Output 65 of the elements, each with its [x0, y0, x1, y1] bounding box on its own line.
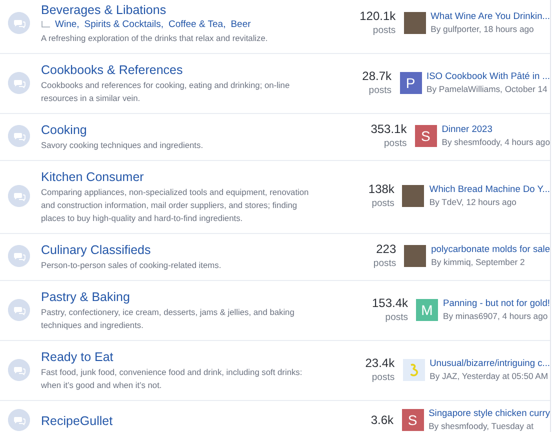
count-label: posts [373, 257, 396, 270]
count-label: posts [372, 370, 395, 384]
latest-thread-link[interactable]: Panning - but not for gold! [443, 296, 550, 310]
chat-bubbles-icon [8, 245, 30, 267]
latest-thread-link[interactable]: Singapore style chicken curry [428, 407, 550, 420]
forum-title[interactable]: Culinary Classifieds [41, 242, 151, 258]
count-label: posts [385, 310, 408, 324]
subforum-link[interactable]: Wine, [55, 18, 80, 31]
chat-bubbles-icon [8, 72, 30, 94]
latest-thread-link[interactable]: Unusual/bizarre/intriguing c... [430, 356, 550, 370]
chat-bubbles-icon [8, 358, 30, 380]
count-label: posts [368, 84, 392, 96]
forum-description: Person-to-person sales of cooking-related items. [41, 259, 222, 272]
latest-thread-link[interactable]: Dinner 2023 [442, 123, 550, 136]
forum-description: Savory cooking techniques and ingredients. [41, 139, 204, 152]
forum-title[interactable]: RecipeGullet [41, 413, 113, 429]
forum-title[interactable]: Pastry & Baking [41, 289, 130, 305]
chat-bubbles-icon [8, 12, 30, 34]
chat-bubbles-icon [8, 185, 30, 207]
latest-post-byline: By kimmiq, September 2 [431, 256, 526, 269]
count-label: posts [372, 24, 396, 36]
post-count: 223 [376, 242, 396, 257]
forum-title[interactable]: Beverages & Libations [41, 2, 166, 18]
latest-post-byline: By shesmfoody, 4 hours ago [442, 136, 550, 149]
post-count: 353.1k [370, 122, 407, 137]
forum-title[interactable]: Ready to Eat [41, 349, 114, 365]
post-count: 3.6k [370, 412, 394, 428]
post-count: 138k [368, 182, 394, 197]
forum-description: Fast food, junk food, convenience food and drink, including soft drinks: when it’s good and when it’s not. [41, 366, 304, 392]
subforum-branch-icon [41, 21, 50, 28]
latest-post-byline: By JAZ, Yesterday at 05:50 AM [430, 370, 550, 382]
count-label: posts [372, 197, 394, 210]
forum-description: A refreshing exploration of the drinks that relax and revitalize. [41, 32, 269, 45]
latest-post-byline: By gulfporter, 18 hours ago [430, 22, 535, 36]
latest-post-byline: By minas6907, 4 hours ago [443, 310, 549, 322]
latest-post-byline: By PamelaWilliams, October 14 [426, 82, 548, 96]
photo-placeholder[interactable] [404, 245, 426, 267]
photo-placeholder[interactable] [404, 12, 426, 34]
latest-post-byline: By shesmfoody, Tuesday at [428, 420, 534, 432]
latest-thread-link[interactable]: ISO Cookbook With Pâté in ... [426, 70, 550, 82]
chat-bubbles-icon [8, 125, 30, 147]
post-count: 28.7k [362, 68, 392, 84]
chat-bubbles-icon [8, 409, 30, 431]
forum-description: Cookbooks and references for cooking, eating and drinking; on-line resources in a similar vein. [41, 79, 291, 105]
forum-title[interactable]: Cookbooks & References [41, 62, 183, 78]
post-count: 120.1k [360, 8, 396, 24]
post-count: 153.4k [372, 296, 408, 310]
forum-title[interactable]: Kitchen Consumer [41, 169, 144, 185]
latest-thread-link[interactable]: What Wine Are You Drinkin... [430, 10, 550, 22]
post-count: 23.4k [365, 356, 395, 370]
count-label: posts [384, 137, 407, 150]
forum-description: Pastry, confectionery, ice cream, desserts, jams & jellies, and baking techniques and ingredients. [41, 306, 296, 332]
latest-thread-link[interactable]: polycarbonate molds for sale [431, 243, 550, 256]
forum-title[interactable]: Cooking [41, 122, 87, 138]
subforum-link[interactable]: Beer [230, 18, 251, 31]
subforum-link[interactable]: Spirits & Cocktails, [84, 18, 164, 31]
photo-placeholder[interactable] [402, 185, 424, 207]
letter-avatar[interactable]: S [402, 409, 424, 431]
letter-avatar[interactable]: S [414, 125, 437, 147]
forum-description: Comparing appliances, non-specialized tools and equipment, renovation and construction information, mail order suppliers, and stores; finding places to buy high-quality and hard-to-find ingredients. [41, 186, 310, 225]
subforum-link[interactable]: Coffee & Tea, [168, 18, 226, 31]
latest-thread-link[interactable]: Which Bread Machine Do Y... [429, 183, 550, 196]
chat-bubbles-icon [8, 298, 30, 320]
letter-avatar[interactable]: P [400, 72, 422, 94]
latest-post-byline: By TdeV, 12 hours ago [429, 196, 518, 209]
